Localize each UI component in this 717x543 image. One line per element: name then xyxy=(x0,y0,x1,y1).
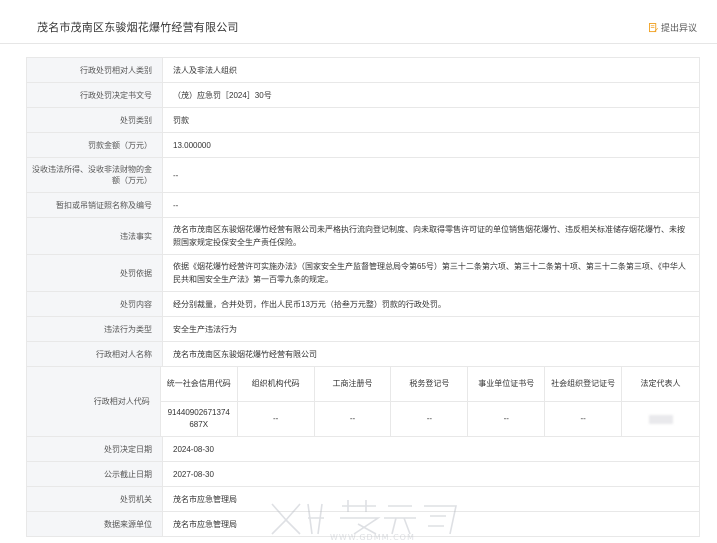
row-penalty-content: 处罚内容 经分别裁量，合并处罚，作出人民币13万元（拾叁万元整）罚款的行政处罚。 xyxy=(27,292,700,317)
row-party-category: 行政处罚相对人类别 法人及非法人组织 xyxy=(27,58,700,83)
row-license-revoked: 暂扣或吊销证照名称及编号 -- xyxy=(27,193,700,218)
value-social-org-cert: -- xyxy=(545,402,623,436)
site-watermark: WWW.GDMM.COM xyxy=(271,500,457,541)
label-violation-facts: 违法事实 xyxy=(27,218,163,254)
label-license-revoked: 暂扣或吊销证照名称及编号 xyxy=(27,193,163,217)
party-codes-cell: 统一社会信用代码 组织机构代码 工商注册号 税务登记号 事业单位证书号 社会组织… xyxy=(160,367,700,436)
row-party-name: 行政相对人名称 茂名市茂南区东骏烟花爆竹经营有限公司 xyxy=(27,342,700,367)
watermark-logo xyxy=(271,500,457,535)
label-party-codes: 行政相对人代码 xyxy=(27,367,161,436)
row-publicity-end-date: 公示截止日期 2027-08-30 xyxy=(27,462,700,487)
label-confiscation-amount: 没收违法所得、没收非法财物的金额（万元） xyxy=(27,158,163,192)
value-violation-type: 安全生产违法行为 xyxy=(163,317,700,341)
value-penalty-basis: 依据《烟花爆竹经营许可实施办法》（国家安全生产监督管理总局令第65号）第三十二条… xyxy=(163,255,700,291)
label-party-name: 行政相对人名称 xyxy=(27,342,163,366)
value-legal-rep xyxy=(622,402,699,436)
value-publicity-end-date: 2027-08-30 xyxy=(163,462,700,486)
row-violation-type: 违法行为类型 安全生产违法行为 xyxy=(27,317,700,342)
value-credit-code: 91440902671374687X xyxy=(161,402,238,436)
header-institution-cert: 事业单位证书号 xyxy=(468,367,546,401)
objection-label: 提出异议 xyxy=(660,23,697,33)
watermark-text: WWW.GDMM.COM xyxy=(330,533,415,541)
value-tax-reg: -- xyxy=(391,402,469,436)
header-social-org-cert: 社会组织登记证号 xyxy=(545,367,623,401)
party-codes-value-row: 91440902671374687X -- -- -- -- -- xyxy=(160,401,699,436)
page-header: 茂名市茂南区东骏烟花爆竹经营有限公司 提出异议 xyxy=(0,0,717,44)
row-violation-facts: 违法事实 茂名市茂南区东骏烟花爆竹经营有限公司未严格执行流向登记制度、向未取得零… xyxy=(27,218,700,255)
value-party-category: 法人及非法人组织 xyxy=(163,58,700,82)
header-tax-reg: 税务登记号 xyxy=(391,367,469,401)
header-legal-rep: 法定代表人 xyxy=(640,379,681,388)
value-confiscation-amount: -- xyxy=(163,158,700,192)
value-business-reg: -- xyxy=(315,402,392,436)
legal-rep-redacted xyxy=(648,414,673,424)
value-fine-amount: 13.000000 xyxy=(163,133,700,157)
label-penalty-basis: 处罚依据 xyxy=(27,255,163,291)
party-codes-subtable: 统一社会信用代码 组织机构代码 工商注册号 税务登记号 事业单位证书号 社会组织… xyxy=(160,367,699,436)
label-publicity-end-date: 公示截止日期 xyxy=(27,462,163,486)
row-party-codes: 行政相对人代码 统一社会信用代码 组织机构代码 工商注册号 税务登记号 事业单位… xyxy=(27,367,700,437)
document-edit-icon xyxy=(648,22,658,32)
row-decision-date: 处罚决定日期 2024-08-30 xyxy=(27,437,700,462)
label-decision-number: 行政处罚决定书文号 xyxy=(27,83,163,107)
label-decision-date: 处罚决定日期 xyxy=(27,437,163,461)
company-title: 茂名市茂南区东骏烟花爆竹经营有限公司 xyxy=(37,22,239,34)
label-party-category: 行政处罚相对人类别 xyxy=(27,58,163,82)
label-penalty-authority: 处罚机关 xyxy=(27,487,163,511)
header-org-code: 组织机构代码 xyxy=(238,367,315,401)
penalty-info-table: 行政处罚相对人类别 法人及非法人组织 行政处罚决定书文号 （茂）应急罚［2024… xyxy=(26,57,700,537)
label-penalty-content: 处罚内容 xyxy=(27,292,163,316)
row-decision-number: 行政处罚决定书文号 （茂）应急罚［2024］30号 xyxy=(27,83,700,108)
header-credit-code: 统一社会信用代码 xyxy=(161,367,238,401)
value-org-code: -- xyxy=(238,402,315,436)
header-business-reg: 工商注册号 xyxy=(315,367,392,401)
row-fine-amount: 罚款金额（万元） 13.000000 xyxy=(27,133,700,158)
value-penalty-content: 经分别裁量，合并处罚，作出人民币13万元（拾叁万元整）罚款的行政处罚。 xyxy=(163,292,700,316)
row-confiscation-amount: 没收违法所得、没收非法财物的金额（万元） -- xyxy=(27,158,700,193)
value-decision-date: 2024-08-30 xyxy=(163,437,700,461)
label-violation-type: 违法行为类型 xyxy=(27,317,163,341)
value-decision-number: （茂）应急罚［2024］30号 xyxy=(163,83,700,107)
value-violation-facts: 茂名市茂南区东骏烟花爆竹经营有限公司未严格执行流向登记制度、向未取得零售许可证的… xyxy=(163,218,700,254)
label-penalty-type: 处罚类别 xyxy=(27,108,163,132)
label-fine-amount: 罚款金额（万元） xyxy=(27,133,163,157)
objection-button[interactable]: 提出异议 xyxy=(648,21,697,34)
value-party-name: 茂名市茂南区东骏烟花爆竹经营有限公司 xyxy=(163,342,700,366)
label-data-source: 数据来源单位 xyxy=(27,512,163,536)
party-codes-header-row: 统一社会信用代码 组织机构代码 工商注册号 税务登记号 事业单位证书号 社会组织… xyxy=(161,367,699,401)
value-license-revoked: -- xyxy=(163,193,700,217)
value-penalty-type: 罚款 xyxy=(163,108,700,132)
row-penalty-type: 处罚类别 罚款 xyxy=(27,108,700,133)
value-institution-cert: -- xyxy=(468,402,546,436)
row-penalty-basis: 处罚依据 依据《烟花爆竹经营许可实施办法》（国家安全生产监督管理总局令第65号）… xyxy=(27,255,700,292)
